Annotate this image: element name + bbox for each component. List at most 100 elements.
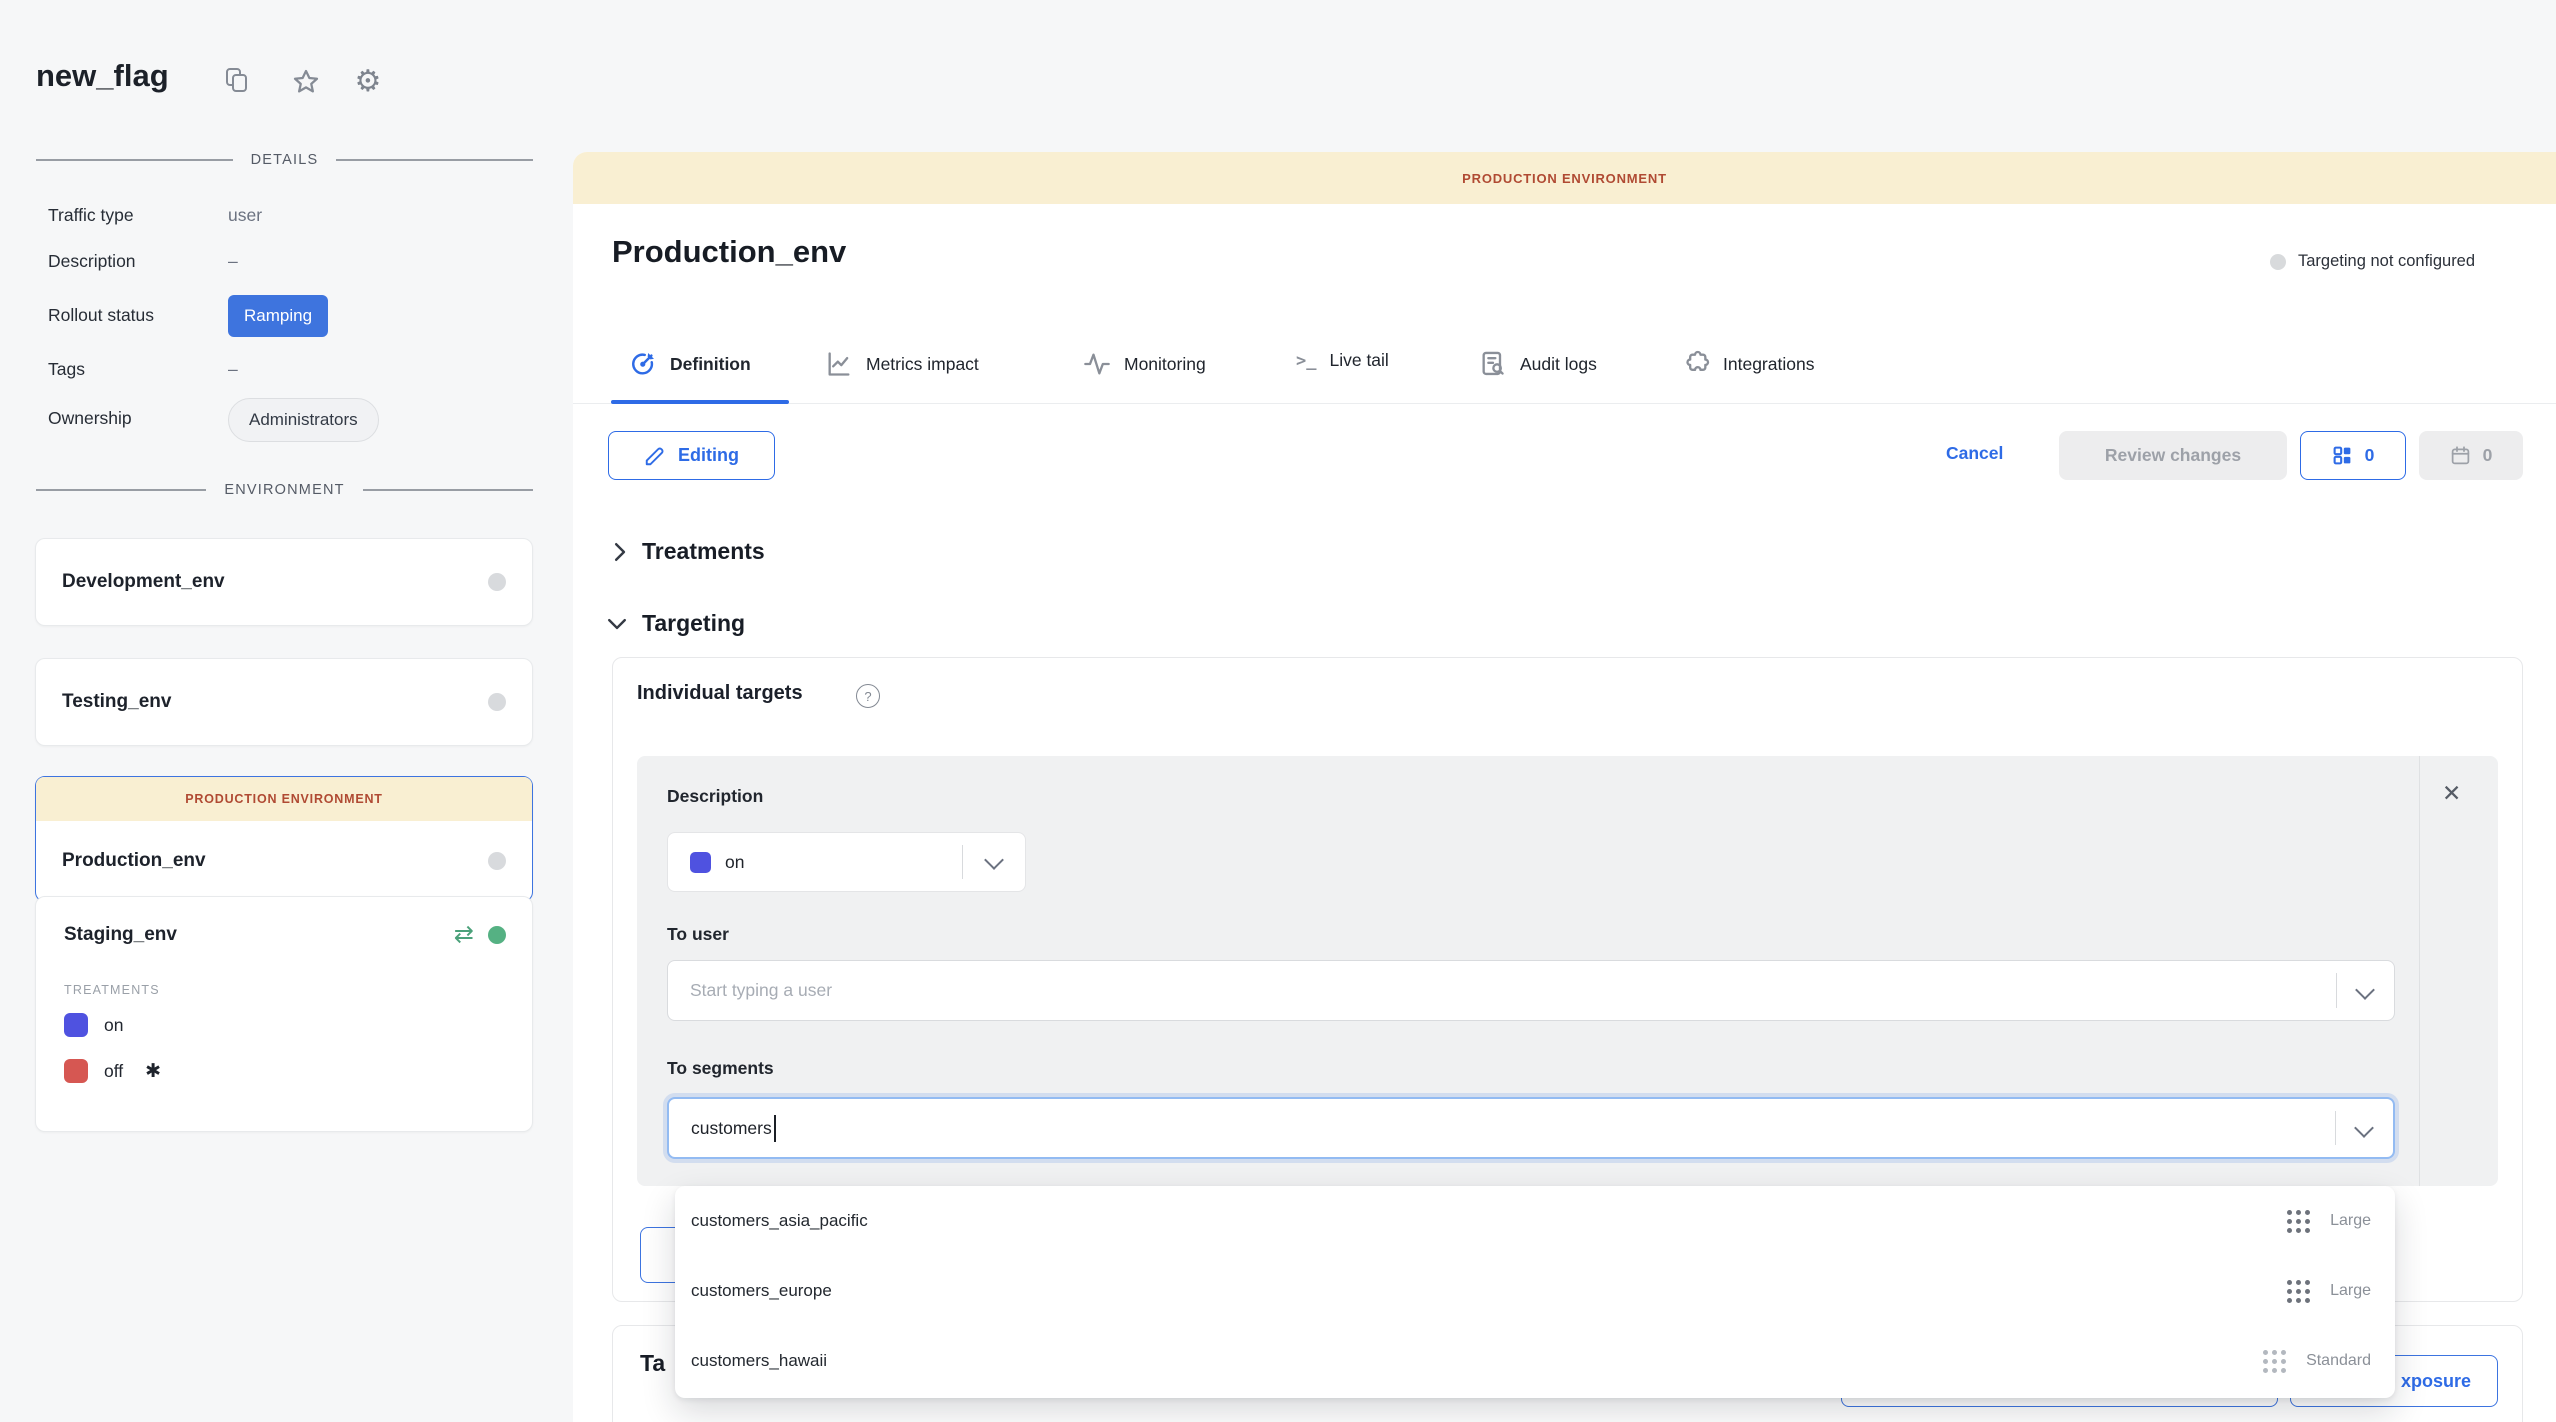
treatment-on-swatch (690, 852, 711, 873)
scheduled-count-button[interactable]: 0 (2419, 431, 2523, 480)
tab-metrics-impact[interactable]: Metrics impact (825, 350, 979, 378)
detail-label-description: Description (48, 251, 136, 272)
dropdown-item-customers-hawaii[interactable]: customers_hawaii Standard (675, 1326, 2395, 1396)
segment-size: Large (2330, 1282, 2371, 1300)
targeting-section-toggle[interactable]: Targeting (607, 610, 745, 637)
chevron-down-icon (2354, 1118, 2374, 1138)
env-active-dot (488, 926, 506, 944)
target-row-divider (2419, 756, 2420, 1186)
environment-heading: ENVIRONMENT (224, 482, 344, 498)
treatment-off-swatch (64, 1059, 88, 1083)
audit-logs-icon (1479, 350, 1507, 378)
page: new_flag ⚙ DETAILS Traffic type user Des… (0, 0, 2556, 1422)
env-card-production[interactable]: PRODUCTION ENVIRONMENT Production_env (35, 776, 533, 902)
env-name: Development_env (62, 571, 225, 593)
text-cursor (774, 1115, 776, 1142)
selected-treatment: on (725, 852, 744, 873)
default-treatment-asterisk-icon: ✱ (145, 1060, 161, 1083)
treatments-section-toggle[interactable]: Treatments (612, 538, 765, 565)
changes-count-button[interactable]: 0 (2300, 431, 2406, 480)
targeting-status-text: Targeting not configured (2298, 252, 2475, 271)
env-status-dot (488, 693, 506, 711)
to-segments-input[interactable]: customers (667, 1097, 2395, 1159)
tab-label: Integrations (1723, 354, 1814, 375)
standard-segment-icon (2263, 1350, 2286, 1373)
treatment-select[interactable]: on (667, 832, 1026, 892)
input-divider (2336, 973, 2337, 1008)
active-tab-underline (611, 400, 789, 404)
editing-button[interactable]: Editing (608, 431, 775, 480)
chevron-down-icon (607, 616, 627, 631)
env-name: Testing_env (62, 691, 171, 713)
targeting-section-label: Targeting (642, 610, 745, 637)
tab-label: Live tail (1329, 350, 1388, 371)
review-changes-button[interactable]: Review changes (2059, 431, 2287, 480)
env-status-dot (488, 573, 506, 591)
production-environment-banner: PRODUCTION ENVIRONMENT (573, 152, 2556, 204)
treatment-on-label: on (104, 1015, 123, 1036)
tab-audit-logs[interactable]: Audit logs (1479, 350, 1597, 378)
chevron-right-icon (612, 542, 627, 562)
star-icon[interactable] (290, 66, 322, 98)
tab-definition[interactable]: Definition (629, 350, 751, 378)
dropdown-item-customers-europe[interactable]: customers_europe Large (675, 1256, 2395, 1326)
env-card-development[interactable]: Development_env (35, 538, 533, 626)
to-user-placeholder: Start typing a user (690, 980, 832, 1001)
dropdown-item-customers-asia-pacific[interactable]: customers_asia_pacific Large (675, 1186, 2395, 1256)
env-card-staging[interactable]: Staging_env ⇄ TREATMENTS on off ✱ (35, 896, 533, 1132)
env-status-dot (488, 852, 506, 870)
large-segment-icon (2287, 1280, 2310, 1303)
production-env-banner: PRODUCTION ENVIRONMENT (36, 777, 532, 821)
calendar-icon (2450, 445, 2471, 466)
copy-icon[interactable] (222, 66, 254, 98)
env-name: Production_env (62, 850, 206, 872)
detail-label-rollout-status: Rollout status (48, 305, 154, 326)
individual-targets-heading: Individual targets (637, 682, 803, 705)
integrations-icon (1682, 350, 1710, 378)
chevron-down-icon (984, 850, 1004, 870)
copy-icon-shape (222, 66, 254, 98)
tab-label: Definition (670, 354, 751, 375)
targeting-status-dot (2270, 254, 2286, 270)
tab-integrations[interactable]: Integrations (1682, 350, 1814, 378)
treatment-off-label: off (104, 1061, 123, 1082)
metrics-impact-icon (825, 350, 853, 378)
segment-name: customers_hawaii (691, 1351, 827, 1371)
tab-monitoring[interactable]: Monitoring (1083, 350, 1206, 378)
to-user-label: To user (667, 924, 729, 945)
detail-label-traffic-type: Traffic type (48, 205, 134, 226)
detail-value-traffic-type: user (228, 205, 262, 226)
treatments-section-label: Treatments (642, 538, 765, 565)
close-icon[interactable]: ✕ (2442, 780, 2461, 807)
treatments-heading: TREATMENTS (64, 983, 160, 997)
environment-divider: ENVIRONMENT (36, 480, 533, 500)
gear-icon[interactable]: ⚙ (352, 66, 384, 98)
detail-label-tags: Tags (48, 359, 85, 380)
tabs-bottom-border (573, 403, 2556, 404)
details-heading: DETAILS (251, 152, 319, 168)
scheduled-count: 0 (2483, 445, 2493, 466)
tab-label: Monitoring (1124, 354, 1206, 375)
segment-name: customers_asia_pacific (691, 1211, 868, 1231)
segment-name: customers_europe (691, 1281, 832, 1301)
env-card-testing[interactable]: Testing_env (35, 658, 533, 746)
tab-live-tail[interactable]: >_ Live tail (1296, 350, 1389, 371)
monitoring-icon (1083, 350, 1111, 378)
grid-icon (2332, 445, 2353, 466)
segment-size: Large (2330, 1212, 2371, 1230)
detail-label-ownership: Ownership (48, 408, 132, 429)
description-label: Description (667, 786, 763, 807)
ownership-pill[interactable]: Administrators (228, 398, 379, 442)
rollout-status-badge: Ramping (228, 295, 328, 337)
segments-dropdown: customers_asia_pacific Large customers_e… (675, 1186, 2395, 1398)
treatment-on-swatch (64, 1013, 88, 1037)
targeting-status: Targeting not configured (2270, 252, 2475, 271)
to-user-input[interactable]: Start typing a user (667, 960, 2395, 1021)
editing-label: Editing (678, 445, 739, 466)
to-segments-label: To segments (667, 1058, 774, 1079)
next-section-heading: Ta (640, 1350, 665, 1377)
transfer-arrows-icon: ⇄ (454, 923, 474, 947)
cancel-button[interactable]: Cancel (1946, 443, 2003, 464)
chevron-down-icon (2355, 980, 2375, 1000)
help-icon[interactable]: ? (856, 684, 880, 708)
